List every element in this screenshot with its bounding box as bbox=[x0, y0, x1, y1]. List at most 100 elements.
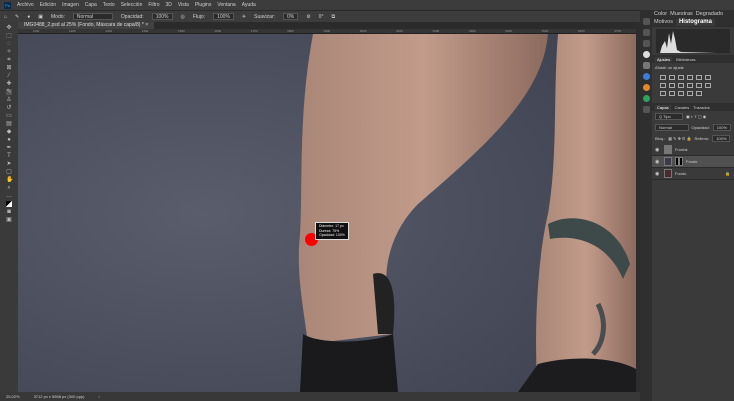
layer-kind-filter[interactable]: Q Tipo bbox=[655, 113, 683, 120]
lasso-tool-icon[interactable]: ◌ bbox=[6, 41, 12, 47]
menu-edicion[interactable]: Edición bbox=[40, 2, 56, 8]
threshold-icon[interactable] bbox=[678, 91, 684, 96]
brush-settings-icon[interactable]: ▣ bbox=[38, 14, 43, 20]
tab-channels[interactable]: Canales bbox=[675, 105, 690, 110]
tab-patterns[interactable]: Motivos bbox=[654, 19, 673, 26]
lookup-icon[interactable] bbox=[705, 83, 711, 88]
path-select-tool-icon[interactable]: ➤ bbox=[6, 161, 12, 167]
pressure-opacity-icon[interactable]: ◎ bbox=[181, 14, 185, 20]
plugin-icon-3[interactable] bbox=[642, 95, 650, 102]
frame-tool-icon[interactable]: ⊠ bbox=[6, 65, 12, 71]
menu-filtro[interactable]: Filtro bbox=[148, 2, 159, 8]
brush-preset-icon[interactable]: ● bbox=[27, 14, 30, 20]
zoom-level[interactable]: 25,02% bbox=[6, 394, 20, 399]
tab-paths[interactable]: Trazados bbox=[693, 105, 710, 110]
gradient-tool-icon[interactable]: ▤ bbox=[6, 121, 12, 127]
visibility-eye-icon[interactable]: ◉ bbox=[655, 159, 661, 165]
smoothing-options-icon[interactable]: ⚙ bbox=[306, 14, 310, 20]
menu-3d[interactable]: 3D bbox=[166, 2, 172, 8]
plugin-icon-1[interactable] bbox=[642, 73, 650, 80]
crop-tool-icon[interactable]: ⌗ bbox=[6, 57, 12, 63]
tab-color[interactable]: Color bbox=[654, 11, 667, 18]
canvas[interactable] bbox=[18, 34, 636, 392]
properties-panel-icon[interactable] bbox=[642, 40, 650, 47]
quick-mask-icon[interactable]: ◙ bbox=[6, 209, 12, 215]
levels-icon[interactable] bbox=[669, 75, 675, 80]
flow-field[interactable]: 100% bbox=[213, 13, 234, 20]
screen-mode-icon[interactable]: ▣ bbox=[6, 217, 12, 223]
opacity-field[interactable]: 100% bbox=[151, 13, 173, 20]
hue-sat-icon[interactable] bbox=[660, 83, 666, 88]
color-swatches-icon[interactable] bbox=[6, 201, 12, 207]
blur-tool-icon[interactable]: ◆ bbox=[6, 129, 12, 135]
stamp-tool-icon[interactable]: ♙ bbox=[6, 97, 12, 103]
pen-tool-icon[interactable]: ✒ bbox=[6, 145, 12, 151]
visibility-eye-icon[interactable]: ◉ bbox=[655, 147, 661, 153]
solid-color-icon[interactable] bbox=[696, 91, 702, 96]
menu-ayuda[interactable]: Ayuda bbox=[242, 2, 256, 8]
menu-vista[interactable]: Vista bbox=[178, 2, 189, 8]
channel-mixer-icon[interactable] bbox=[696, 83, 702, 88]
close-tab-icon[interactable]: × bbox=[145, 22, 148, 28]
eyedropper-tool-icon[interactable]: ⁄ bbox=[6, 73, 12, 79]
tab-layers[interactable]: Capas bbox=[655, 104, 671, 110]
filter-icons[interactable]: ▣ ◐ T ▢ ◉ bbox=[686, 114, 706, 119]
layer-mask-thumbnail[interactable] bbox=[675, 157, 683, 166]
menu-texto[interactable]: Texto bbox=[103, 2, 115, 8]
marquee-tool-icon[interactable]: ⬚ bbox=[6, 33, 12, 39]
brightness-icon[interactable] bbox=[660, 75, 666, 80]
bw-icon[interactable] bbox=[678, 83, 684, 88]
tab-swatches[interactable]: Muestras bbox=[670, 11, 693, 18]
shape-tool-icon[interactable]: ▢ bbox=[6, 169, 12, 175]
layer-row[interactable]: ◉ Fondo 🔒 bbox=[652, 168, 734, 180]
layer-opacity-field[interactable]: 100% bbox=[712, 124, 731, 131]
healing-tool-icon[interactable]: ✚ bbox=[6, 81, 12, 87]
angle-field[interactable]: 0° bbox=[319, 14, 324, 20]
layer-row[interactable]: ◉ Fondo bbox=[652, 156, 734, 168]
document-tab[interactable]: IMG0488_2.psd al 25% (Fondo, Máscara de … bbox=[18, 22, 155, 29]
posterize-icon[interactable] bbox=[669, 91, 675, 96]
gradient-map-icon[interactable] bbox=[705, 75, 711, 80]
history-brush-icon[interactable]: ↺ bbox=[6, 105, 12, 111]
color-balance-icon[interactable] bbox=[669, 83, 675, 88]
layer-row[interactable]: ◉ Frontal bbox=[652, 144, 734, 156]
exposure-icon[interactable] bbox=[687, 75, 693, 80]
menu-capa[interactable]: Capa bbox=[85, 2, 97, 8]
brush-icon[interactable]: ✎ bbox=[15, 14, 19, 20]
plugin-icon-2[interactable] bbox=[642, 84, 650, 91]
menu-imagen[interactable]: Imagen bbox=[62, 2, 79, 8]
smooth-field[interactable]: 0% bbox=[282, 13, 299, 20]
dodge-tool-icon[interactable]: ● bbox=[6, 137, 12, 143]
home-icon[interactable]: ⌂ bbox=[4, 14, 7, 20]
tab-libraries[interactable]: Bibliotecas bbox=[676, 57, 695, 62]
glyphs-panel-icon[interactable] bbox=[642, 62, 650, 69]
zoom-tool-icon[interactable]: ⌕ bbox=[6, 185, 12, 191]
menu-archivo[interactable]: Archivo bbox=[17, 2, 34, 8]
type-tool-icon[interactable]: T bbox=[6, 153, 12, 159]
quick-select-tool-icon[interactable]: ✧ bbox=[6, 49, 12, 55]
lock-icons[interactable]: ▦ ✎ ✥ ⊡ 🔒 bbox=[668, 136, 691, 141]
tab-adjustments[interactable]: Ajustes bbox=[655, 56, 673, 62]
tab-gradients[interactable]: Degradado bbox=[696, 11, 723, 18]
menu-plugins[interactable]: Plugins bbox=[195, 2, 211, 8]
mode-select[interactable]: Normal bbox=[72, 13, 113, 20]
brush-tool-icon[interactable]: ✎ bbox=[6, 89, 12, 95]
learn-panel-icon[interactable] bbox=[642, 51, 650, 58]
airbrush-icon[interactable]: ✈ bbox=[242, 14, 246, 20]
vibrance-icon[interactable] bbox=[696, 75, 702, 80]
symmetry-icon[interactable]: ⧉ bbox=[331, 14, 335, 20]
selective-color-icon[interactable] bbox=[687, 91, 693, 96]
menu-ventana[interactable]: Ventana bbox=[217, 2, 235, 8]
actions-panel-icon[interactable] bbox=[642, 29, 650, 36]
status-arrow-icon[interactable]: › bbox=[99, 394, 100, 399]
blend-mode-select[interactable]: Normal bbox=[655, 124, 689, 131]
curves-icon[interactable] bbox=[678, 75, 684, 80]
eraser-tool-icon[interactable]: ▭ bbox=[6, 113, 12, 119]
tab-histogram[interactable]: Histograma bbox=[675, 19, 715, 26]
paragraph-panel-icon[interactable] bbox=[642, 106, 650, 113]
menu-seleccion[interactable]: Selección bbox=[121, 2, 143, 8]
move-tool-icon[interactable]: ✥ bbox=[6, 25, 12, 31]
hand-tool-icon[interactable]: ✋ bbox=[6, 177, 13, 183]
photo-filter-icon[interactable] bbox=[687, 83, 693, 88]
visibility-eye-icon[interactable]: ◉ bbox=[655, 171, 661, 177]
